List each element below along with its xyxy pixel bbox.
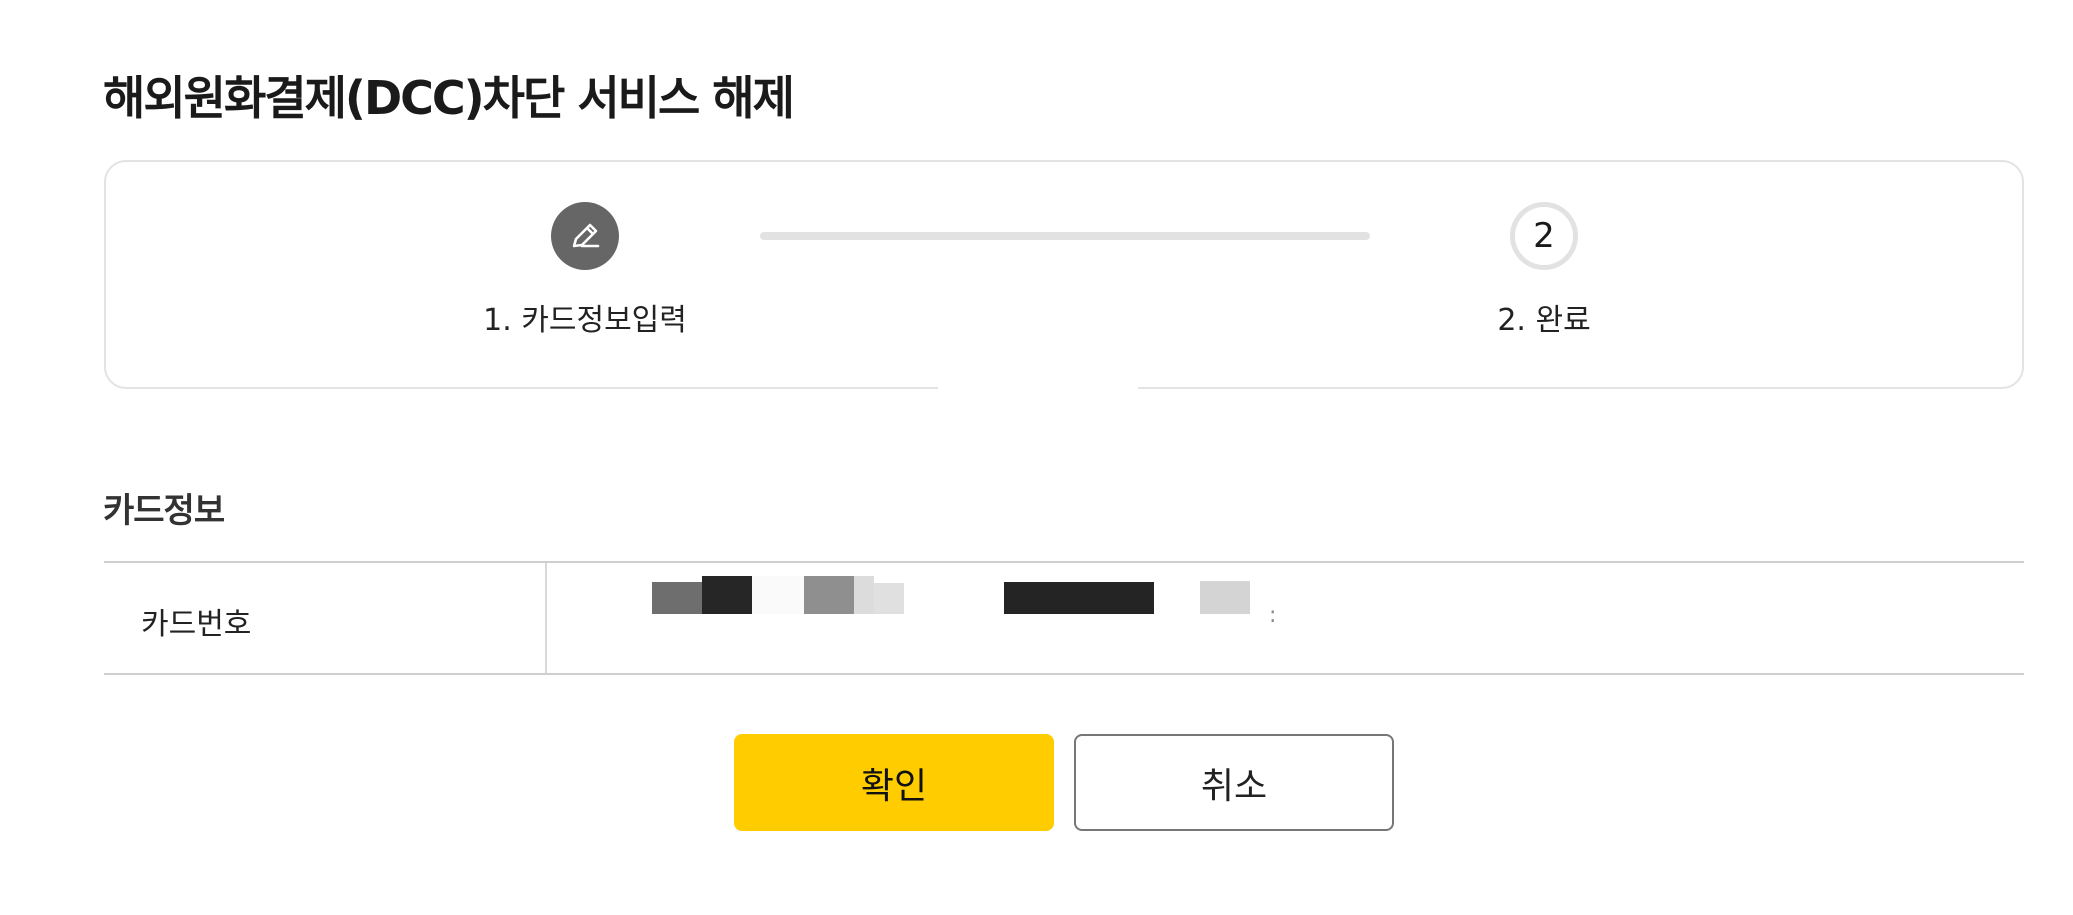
pencil-icon: [572, 223, 600, 248]
step-2-label: 2. 완료: [1497, 303, 1591, 338]
redaction-block: [804, 576, 854, 614]
step-1-indicator: [551, 202, 619, 270]
card-info-table: 카드번호 :: [104, 561, 2024, 675]
step-1-label: 1. 카드정보입력: [483, 303, 687, 338]
redaction-block: [652, 582, 702, 614]
step-2-indicator: 2: [1510, 202, 1578, 270]
cancel-button[interactable]: 취소: [1074, 734, 1394, 831]
card-number-value: :: [1269, 603, 1275, 628]
stepper-notch: [938, 378, 1138, 394]
table-divider: [545, 563, 547, 673]
stepper: [104, 160, 2024, 389]
redaction-block: [702, 576, 752, 614]
redaction-block: [1004, 582, 1154, 614]
card-info-section-title: 카드정보: [103, 491, 225, 531]
page-title: 해외원화결제(DCC)차단 서비스 해제: [103, 71, 795, 125]
confirm-button[interactable]: 확인: [734, 734, 1054, 831]
redaction-block: [752, 576, 804, 614]
step-progress-line: [760, 232, 1370, 240]
redaction-block: [874, 583, 904, 614]
card-number-label: 카드번호: [141, 607, 252, 642]
redaction-block: [1200, 581, 1250, 614]
redaction-block: [854, 576, 874, 614]
